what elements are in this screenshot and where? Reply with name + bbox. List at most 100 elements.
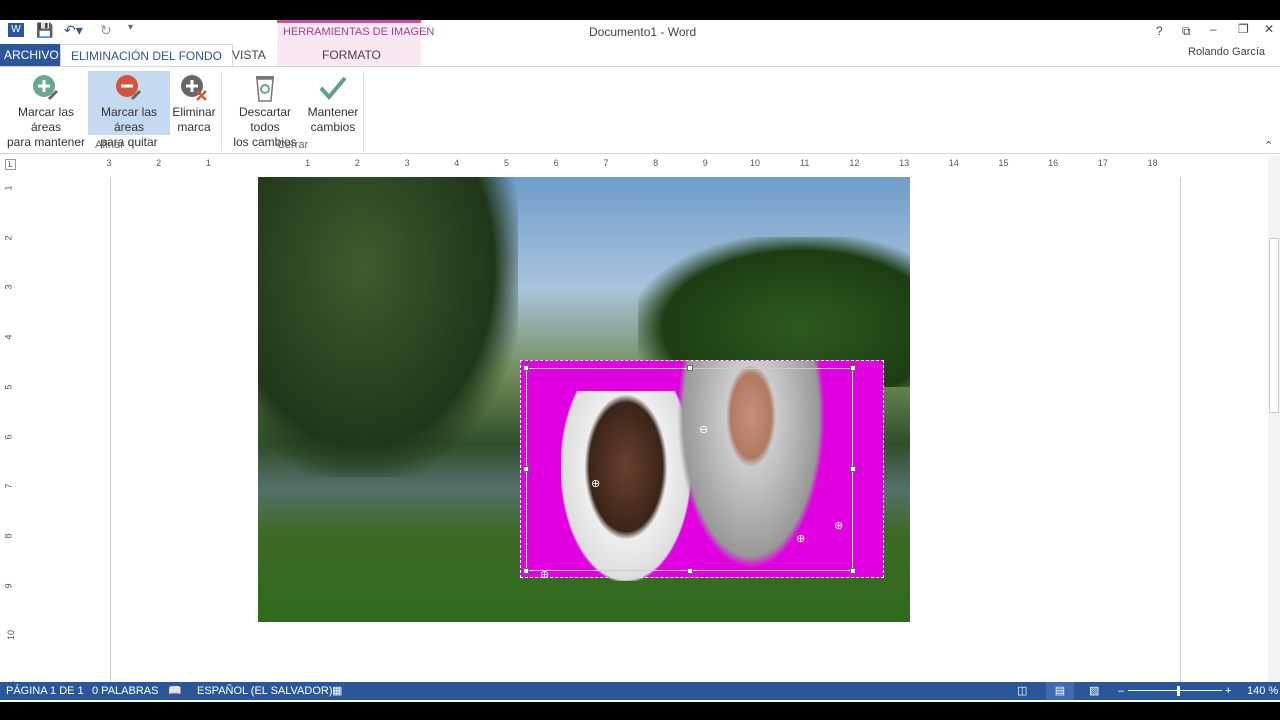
remove-mark-icon[interactable]: ⊖ (699, 423, 708, 436)
zoom-level[interactable]: 140 % (1247, 682, 1278, 700)
ruler-number: 15 (998, 158, 1009, 168)
zoom-slider[interactable] (1128, 690, 1222, 691)
group-label-refine: Afinar (95, 139, 124, 151)
tab-format[interactable]: FORMATO (312, 44, 391, 66)
undo-icon[interactable]: ↶▾ (64, 22, 83, 39)
picture[interactable]: ⊕ ⊖ ⊕ ⊕ ⊕ (258, 177, 910, 622)
label: Descartar todos (238, 105, 291, 134)
page-count[interactable]: PÁGINA 1 DE 1 (6, 682, 84, 700)
ruler-number: 1 (205, 158, 211, 168)
ruler-number: 3 (404, 158, 410, 168)
ribbon-display-button[interactable]: ⧉ (1182, 24, 1191, 39)
resize-handle[interactable] (687, 365, 693, 371)
ruler-number: 6 (3, 433, 14, 440)
ruler-number: 2 (354, 158, 360, 168)
ruler-number: 17 (1097, 158, 1108, 168)
vertical-scrollbar[interactable] (1268, 156, 1280, 682)
scrollbar-thumb[interactable] (1269, 238, 1279, 413)
ruler-number: 3 (106, 158, 112, 168)
print-layout-icon[interactable]: ▤ (1046, 682, 1074, 700)
language[interactable]: ESPAÑOL (EL SALVADOR) (197, 682, 333, 700)
ruler-number: 5 (3, 384, 14, 390)
label: Marcar las áreas (100, 105, 157, 134)
ruler-number: 3 (3, 284, 14, 290)
save-icon[interactable]: 💾 (36, 22, 53, 39)
word-count[interactable]: 0 PALABRAS (92, 682, 158, 700)
tab-view[interactable]: VISTA (222, 44, 276, 66)
ruler-number: 16 (1048, 158, 1059, 168)
mark-keep-button[interactable]: Marcar las áreas para mantener (4, 71, 88, 149)
word-window: W 💾 ↶▾ ↻ ▾ HERRAMIENTAS DE IMAGEN Docume… (0, 20, 1280, 702)
mark-remove-button[interactable]: Marcar las áreas para quitar (88, 71, 170, 149)
zoom-out-button[interactable]: – (1118, 682, 1124, 700)
proofing-icon[interactable]: 📖 (168, 682, 182, 700)
label: para mantener (6, 135, 86, 149)
ruler-number: 2 (3, 235, 14, 241)
label: Eliminar (172, 105, 216, 119)
read-mode-icon[interactable]: ◫ (1017, 682, 1027, 700)
ruler-number: 8 (653, 158, 659, 168)
keep-mark-icon[interactable]: ⊕ (591, 477, 600, 490)
context-group-label: HERRAMIENTAS DE IMAGEN (283, 26, 435, 38)
restore-button[interactable]: ❐ (1238, 22, 1249, 36)
close-button[interactable]: ✕ (1264, 22, 1274, 36)
window-title: Documento1 - Word (589, 25, 697, 39)
discard-changes-button[interactable]: Descartar todos los cambios (224, 71, 306, 149)
keep-mark-icon[interactable]: ⊕ (834, 519, 843, 532)
status-bar: PÁGINA 1 DE 1 0 PALABRAS 📖 ESPAÑOL (EL S… (0, 682, 1280, 700)
minimize-button[interactable]: – (1210, 22, 1217, 36)
ruler-number: 10 (6, 630, 17, 641)
ruler-number: 1 (305, 158, 311, 168)
ruler-number: 7 (603, 158, 609, 168)
zoom-in-button[interactable]: + (1225, 682, 1231, 700)
ruler-number: 4 (3, 334, 14, 340)
label: marca (177, 120, 211, 134)
user-name[interactable]: Rolando García (1188, 46, 1265, 58)
zoom-slider-thumb[interactable] (1177, 686, 1180, 696)
tab-background-removal[interactable]: ELIMINACIÓN DEL FONDO (60, 44, 233, 67)
ruler-number: 7 (3, 483, 14, 489)
resize-handle[interactable] (523, 365, 529, 371)
ruler-number: 11 (800, 158, 810, 168)
ruler-number: 9 (702, 158, 708, 168)
resize-handle[interactable] (850, 568, 856, 574)
delete-mark-button[interactable]: Eliminar marca (171, 71, 217, 135)
divider (221, 71, 222, 151)
resize-handle[interactable] (850, 365, 856, 371)
ruler-number: 8 (3, 533, 14, 539)
ruler-number: 5 (503, 158, 510, 168)
ruler-number: 13 (899, 158, 910, 168)
macro-icon[interactable]: ▦ (332, 682, 342, 700)
ruler-number: 14 (948, 158, 959, 168)
recycle-bin-icon (256, 76, 274, 102)
ruler-number: 6 (553, 158, 559, 168)
tab-file[interactable]: ARCHIVO (0, 44, 63, 66)
ruler-corner[interactable]: L (5, 159, 16, 170)
redo-icon[interactable]: ↻ (100, 22, 112, 39)
checkmark-icon (319, 76, 347, 101)
resize-handle[interactable] (523, 466, 529, 472)
ruler-number: 2 (156, 158, 162, 168)
resize-handle[interactable] (850, 466, 856, 472)
divider (363, 71, 364, 151)
resize-handle[interactable] (523, 568, 529, 574)
ribbon: Marcar las áreas para mantener Marcar las… (0, 66, 1280, 154)
customize-qat-icon[interactable]: ▾ (128, 22, 133, 33)
horizontal-ruler[interactable]: 3 2 1 1 2 3 4 5 6 7 8 9 10 11 12 13 14 15 16 17 18 (20, 158, 1180, 170)
ruler-number: 18 (1147, 158, 1158, 168)
label: cambios (310, 120, 356, 134)
keep-mark-icon[interactable]: ⊕ (796, 532, 805, 545)
resize-handle[interactable] (687, 568, 693, 574)
keep-mark-icon[interactable]: ⊕ (540, 568, 549, 581)
keep-changes-button[interactable]: Mantener cambios (306, 71, 360, 135)
web-layout-icon[interactable]: ▧ (1089, 682, 1099, 700)
ruler-number: 10 (749, 158, 761, 168)
minus-pencil-icon (116, 75, 142, 101)
ruler-number: 9 (3, 583, 14, 589)
label: Marcar las áreas (17, 105, 74, 134)
vertical-ruler[interactable]: 1234567891011 (3, 175, 17, 689)
help-button[interactable]: ? (1156, 24, 1163, 38)
word-icon: W (8, 23, 24, 37)
collapse-ribbon-icon[interactable]: ⌃ (1264, 139, 1273, 152)
group-label-close: Cerrar (277, 139, 309, 151)
